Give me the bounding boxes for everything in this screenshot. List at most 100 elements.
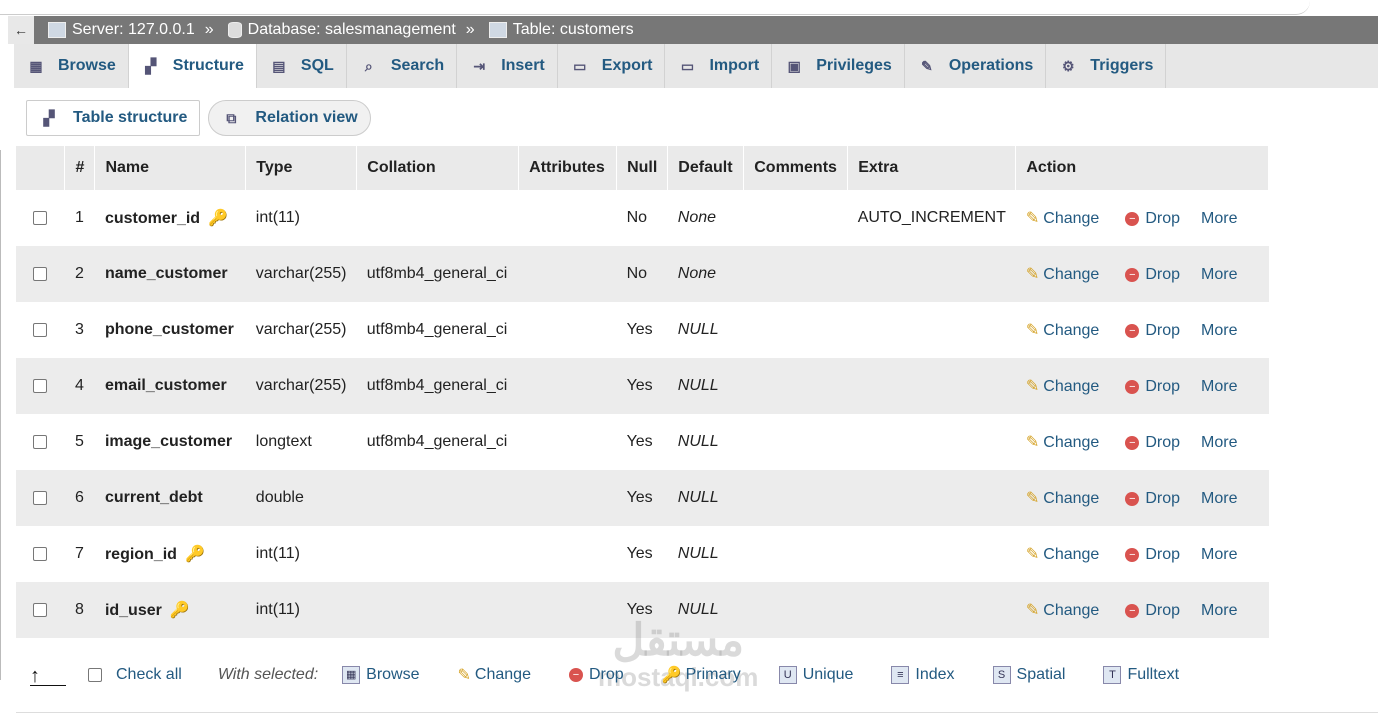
column-extra xyxy=(847,302,1016,358)
structure-icon: ▞ xyxy=(145,57,157,74)
column-name: id_user xyxy=(104,602,162,619)
search-icon: ⌕ xyxy=(364,57,373,74)
table-row: 5 image_customer longtext utf8mb4_genera… xyxy=(16,414,1269,470)
row-checkbox[interactable] xyxy=(33,322,48,337)
column-default: NULL xyxy=(667,526,744,582)
more-action[interactable]: More xyxy=(1201,210,1237,227)
change-action[interactable]: ✎ Change xyxy=(1026,266,1099,283)
tab-export[interactable]: ▭ Export xyxy=(558,44,666,88)
tab-search[interactable]: ⌕ Search xyxy=(347,44,458,88)
change-action[interactable]: ✎ Change xyxy=(1026,490,1099,507)
column-attributes xyxy=(518,302,617,358)
unique-icon: U xyxy=(778,666,797,684)
tab-structure[interactable]: ▞ Structure xyxy=(128,44,257,88)
header-name: Name xyxy=(94,146,247,190)
bulk-spatial-button[interactable]: S Spatial xyxy=(992,666,1065,684)
subtab-relation-view[interactable]: ⧉ Relation view xyxy=(208,100,371,136)
drop-action[interactable]: − Drop xyxy=(1125,434,1180,451)
back-arrow-icon[interactable]: ← xyxy=(8,16,34,44)
drop-action[interactable]: − Drop xyxy=(1125,602,1180,619)
column-name: email_customer xyxy=(104,377,227,394)
change-action[interactable]: ✎ Change xyxy=(1026,322,1099,339)
more-action[interactable]: More xyxy=(1201,434,1237,451)
column-extra xyxy=(847,582,1016,638)
tab-operations[interactable]: ✎ Operations xyxy=(905,44,1047,88)
row-checkbox[interactable] xyxy=(33,210,48,225)
tab-triggers[interactable]: ⚙ Triggers xyxy=(1046,44,1167,88)
row-checkbox[interactable] xyxy=(33,266,48,281)
more-action[interactable]: More xyxy=(1201,322,1237,339)
drop-action[interactable]: − Drop xyxy=(1125,490,1180,507)
breadcrumb-database[interactable]: Database: salesmanagement xyxy=(227,21,456,39)
structure-icon: ▞ xyxy=(43,109,55,126)
column-comments xyxy=(743,358,848,414)
more-action[interactable]: More xyxy=(1201,546,1237,563)
drop-action[interactable]: − Drop xyxy=(1125,210,1180,227)
change-action[interactable]: ✎ Change xyxy=(1026,378,1099,395)
check-all[interactable]: Check all xyxy=(88,666,182,684)
pencil-icon: ✎ xyxy=(1025,602,1040,619)
column-name: phone_customer xyxy=(104,321,234,338)
column-default: NULL xyxy=(667,302,744,358)
bulk-drop-button[interactable]: − Drop xyxy=(568,666,624,684)
bulk-browse-button[interactable]: ▦ Browse xyxy=(342,666,420,684)
row-checkbox[interactable] xyxy=(33,602,48,617)
tab-import[interactable]: ▭ Import xyxy=(665,44,773,88)
column-extra xyxy=(847,414,1016,470)
change-action[interactable]: ✎ Change xyxy=(1026,434,1099,451)
drop-action[interactable]: − Drop xyxy=(1125,546,1180,563)
row-checkbox[interactable] xyxy=(33,434,48,449)
drop-icon: − xyxy=(568,668,583,682)
breadcrumb-server[interactable]: Server: 127.0.0.1 xyxy=(48,21,195,39)
tab-insert[interactable]: ⇥ Insert xyxy=(457,44,558,88)
more-action[interactable]: More xyxy=(1201,602,1237,619)
fulltext-icon: T xyxy=(1103,666,1122,684)
tab-browse[interactable]: ▦ Browse xyxy=(14,44,129,88)
tab-privileges[interactable]: ▣ Privileges xyxy=(772,44,905,88)
bulk-unique-button[interactable]: U Unique xyxy=(778,666,853,684)
primary-key-icon: 🔑 xyxy=(208,210,228,227)
column-default: None xyxy=(667,190,744,246)
sql-icon: ▤ xyxy=(272,57,286,74)
row-num: 2 xyxy=(64,246,95,302)
column-attributes xyxy=(518,470,617,526)
drop-icon: − xyxy=(1125,547,1140,562)
bulk-change-button[interactable]: ✎ Change xyxy=(458,665,531,685)
drop-action[interactable]: − Drop xyxy=(1125,266,1180,283)
check-all-checkbox[interactable] xyxy=(88,668,102,682)
pencil-icon: ✎ xyxy=(1025,490,1040,507)
column-extra xyxy=(847,526,1016,582)
header-type: Type xyxy=(245,146,358,190)
column-collation xyxy=(356,582,519,638)
row-checkbox[interactable] xyxy=(33,378,48,393)
row-num: 8 xyxy=(64,582,95,638)
index-key-icon: 🔑 xyxy=(169,602,190,619)
server-icon xyxy=(48,22,66,38)
bulk-index-button[interactable]: ≡ Index xyxy=(891,666,955,684)
breadcrumb-table[interactable]: Table: customers xyxy=(488,21,634,39)
subtab-table-structure[interactable]: ▞ Table structure xyxy=(26,100,201,136)
drop-action[interactable]: − Drop xyxy=(1125,322,1180,339)
more-action[interactable]: More xyxy=(1201,378,1237,395)
tab-sql[interactable]: ▤ SQL xyxy=(257,44,347,88)
row-checkbox[interactable] xyxy=(33,546,48,561)
change-action[interactable]: ✎ Change xyxy=(1026,546,1099,563)
column-attributes xyxy=(518,246,617,302)
change-action[interactable]: ✎ Change xyxy=(1026,602,1099,619)
column-name: name_customer xyxy=(104,265,228,282)
column-attributes xyxy=(518,190,617,246)
row-num: 7 xyxy=(64,526,95,582)
bottom-divider xyxy=(16,712,1378,713)
bulk-primary-button[interactable]: 🔑 Primary xyxy=(662,665,741,685)
header-checkbox xyxy=(16,146,66,190)
export-icon: ▭ xyxy=(573,57,587,74)
more-action[interactable]: More xyxy=(1201,266,1237,283)
column-null: No xyxy=(616,246,668,302)
more-action[interactable]: More xyxy=(1201,490,1237,507)
row-checkbox[interactable] xyxy=(33,490,48,505)
bulk-fulltext-button[interactable]: T Fulltext xyxy=(1103,666,1179,684)
browse-icon: ▦ xyxy=(29,57,43,74)
drop-action[interactable]: − Drop xyxy=(1125,378,1180,395)
change-action[interactable]: ✎ Change xyxy=(1026,210,1099,227)
table-row: 3 phone_customer varchar(255) utf8mb4_ge… xyxy=(16,302,1269,358)
